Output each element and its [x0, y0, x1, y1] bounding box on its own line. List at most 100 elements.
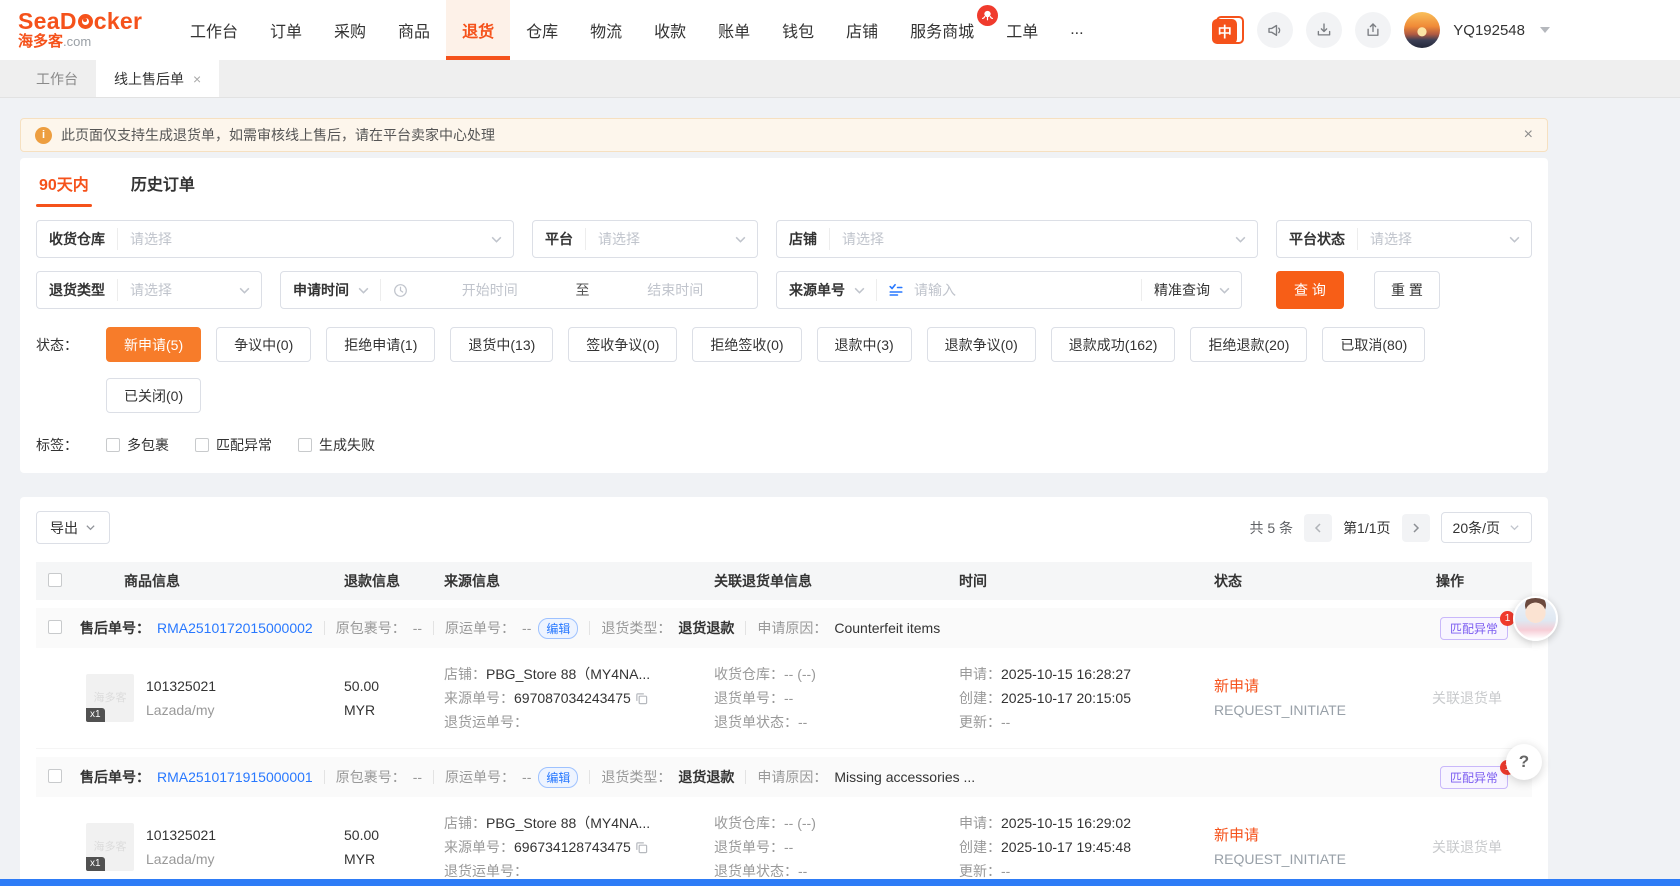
nav-tickets[interactable]: 工单 [990, 0, 1054, 60]
nav-workbench[interactable]: 工作台 [174, 0, 254, 60]
nav-bills[interactable]: 账单 [702, 0, 766, 60]
edit-button[interactable]: 编辑 [538, 618, 578, 639]
create-time-value: 2025-10-17 20:15:05 [1001, 690, 1131, 706]
select-all-checkbox[interactable] [48, 573, 62, 587]
prev-page-button[interactable] [1304, 514, 1332, 542]
tab-workbench[interactable]: 工作台 [18, 60, 96, 97]
nav-service-mall[interactable]: 服务商城 [894, 0, 990, 60]
match-abnormal-badge[interactable]: 匹配异常 1 [1440, 766, 1508, 789]
copy-icon[interactable] [635, 841, 648, 854]
package-value: -- [413, 620, 422, 636]
platform-select[interactable]: 平台 请选择 [532, 220, 758, 258]
nav-warehouse[interactable]: 仓库 [510, 0, 574, 60]
end-time-input[interactable] [594, 282, 758, 298]
nav-logistics[interactable]: 物流 [574, 0, 638, 60]
copy-icon[interactable] [635, 692, 648, 705]
product-id: 101325021 [146, 674, 216, 698]
horizontal-scrollbar[interactable] [0, 879, 1680, 886]
status-chip-cancelled[interactable]: 已取消(80) [1322, 327, 1425, 362]
platform-status-select[interactable]: 平台状态 请选择 [1276, 220, 1532, 258]
status-main: 新申请 [1214, 824, 1392, 848]
status-chip-new[interactable]: 新申请(5) [106, 327, 201, 362]
help-button[interactable]: ? [1506, 744, 1542, 780]
rma-link[interactable]: RMA2510172015000002 [157, 620, 313, 636]
support-avatar[interactable] [1513, 596, 1558, 641]
page-size-select[interactable]: 20条/页 [1441, 512, 1532, 543]
precise-query-select[interactable]: 精准查询 [1142, 280, 1212, 300]
status-chips-line-2: 已关闭(0) [106, 378, 1532, 413]
product-channel: Lazada/my [146, 847, 216, 871]
nav-purchase[interactable]: 采购 [318, 0, 382, 60]
logo[interactable]: SeaDcker 海多客.com [18, 0, 150, 60]
package-label: 原包裹号： [336, 618, 406, 638]
order-row: 海多客 x1 101325021 Lazada/my 50.00 MYR 店铺：… [36, 648, 1532, 749]
start-time-input[interactable] [408, 282, 572, 298]
warehouse-select[interactable]: 收货仓库 请选择 [36, 220, 514, 258]
store-placeholder: 请选择 [830, 229, 1228, 249]
tab-history-orders[interactable]: 历史订单 [128, 158, 198, 207]
batch-input-icon[interactable] [888, 282, 904, 298]
reset-button[interactable]: 重 置 [1374, 271, 1440, 309]
apply-time-range[interactable]: 申请时间 至 [280, 271, 758, 309]
chevron-down-icon [1508, 233, 1521, 246]
nav-returns[interactable]: 退货 [446, 0, 510, 60]
nav-stores[interactable]: 店铺 [830, 0, 894, 60]
checkbox[interactable] [195, 438, 209, 452]
nav-orders[interactable]: 订单 [254, 0, 318, 60]
status-chip-reject-sign[interactable]: 拒绝签收(0) [692, 327, 801, 362]
filter-panel: 90天内 历史订单 收货仓库 请选择 平台 请选择 店铺 请选择 [20, 158, 1548, 473]
store-select[interactable]: 店铺 请选择 [776, 220, 1258, 258]
user-menu-caret-icon[interactable] [1540, 27, 1550, 33]
status-chip-refund-success[interactable]: 退款成功(162) [1051, 327, 1176, 362]
checkbox[interactable] [298, 438, 312, 452]
nav-products[interactable]: 商品 [382, 0, 446, 60]
nav-more[interactable]: ... [1054, 0, 1099, 60]
tab-90-days[interactable]: 90天内 [36, 158, 92, 207]
status-chip-refunding[interactable]: 退款中(3) [817, 327, 912, 362]
refund-amount: 50.00 [344, 674, 432, 698]
user-avatar[interactable] [1404, 12, 1440, 48]
rel-warehouse-value: -- (--) [784, 666, 816, 682]
close-icon[interactable]: × [1524, 126, 1533, 144]
store-value: PBG_Store 88（MY4NA... [486, 666, 650, 682]
status-chip-returning[interactable]: 退货中(13) [450, 327, 553, 362]
status-chip-sign-dispute[interactable]: 签收争议(0) [568, 327, 677, 362]
download-button[interactable] [1306, 12, 1342, 48]
tab-online-aftersale[interactable]: 线上售后单 × [96, 60, 219, 97]
rma-link[interactable]: RMA2510171915000001 [157, 769, 313, 785]
status-chip-refund-rejected[interactable]: 拒绝退款(20) [1190, 327, 1307, 362]
tags-row-label: 标签： [36, 435, 106, 455]
link-return-order-action[interactable]: 关联退货单 [1392, 835, 1532, 859]
status-chip-rejected-apply[interactable]: 拒绝申请(1) [326, 327, 435, 362]
source-no-search[interactable]: 来源单号 精准查询 [776, 271, 1242, 309]
source-no-input[interactable] [904, 282, 1141, 298]
link-return-order-action[interactable]: 关联退货单 [1392, 686, 1532, 710]
close-icon[interactable]: × [193, 72, 201, 86]
export-button[interactable]: 导出 [36, 511, 110, 544]
row-checkbox[interactable] [48, 769, 62, 783]
search-button[interactable]: 查 询 [1276, 271, 1344, 309]
status-chip-closed[interactable]: 已关闭(0) [106, 378, 201, 413]
tag-match-abnormal[interactable]: 匹配异常 [195, 435, 272, 455]
filter-row-2: 退货类型 请选择 申请时间 至 来源单号 [36, 271, 1532, 309]
rma-label: 售后单号： [80, 618, 150, 638]
status-chip-refund-dispute[interactable]: 退款争议(0) [927, 327, 1036, 362]
tag-generate-failed[interactable]: 生成失败 [298, 435, 375, 455]
checkbox[interactable] [106, 438, 120, 452]
language-switch-icon[interactable]: 中 [1212, 16, 1244, 44]
rel-no-value: -- [784, 690, 793, 706]
return-type-select[interactable]: 退货类型 请选择 [36, 271, 262, 309]
thumbnail-watermark: 海多客 [94, 835, 127, 859]
status-chip-dispute[interactable]: 争议中(0) [216, 327, 311, 362]
next-page-button[interactable] [1402, 514, 1430, 542]
username[interactable]: YQ192548 [1453, 22, 1525, 39]
nav-collection[interactable]: 收款 [638, 0, 702, 60]
tag-multi-package[interactable]: 多包裹 [106, 435, 169, 455]
nav-wallet[interactable]: 钱包 [766, 0, 830, 60]
chevron-down-icon [238, 284, 251, 297]
edit-button[interactable]: 编辑 [538, 767, 578, 788]
match-abnormal-badge[interactable]: 匹配异常 1 [1440, 617, 1508, 640]
row-checkbox[interactable] [48, 620, 62, 634]
share-button[interactable] [1355, 12, 1391, 48]
announcement-button[interactable] [1257, 12, 1293, 48]
